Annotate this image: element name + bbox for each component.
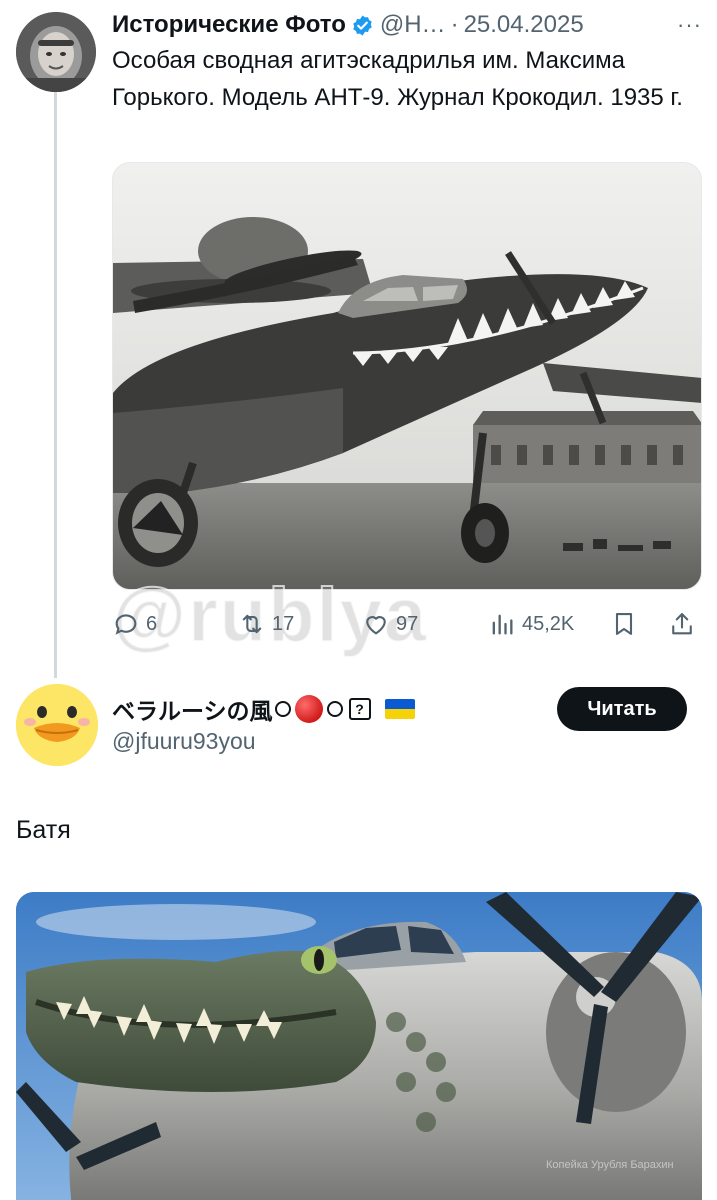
author-name[interactable]: Исторические Фото <box>112 11 346 39</box>
views-chart-icon <box>492 614 513 635</box>
heart-icon <box>366 616 386 635</box>
reply-author-handle[interactable]: @jfuuru93you <box>112 728 256 755</box>
more-options-icon[interactable]: ··· <box>677 12 702 38</box>
tweet-text: Особая сводная агитэскадрилья им. Максим… <box>112 47 683 111</box>
reply-author-name-row[interactable]: ベラルーシの風 ? <box>112 692 415 726</box>
like-button[interactable]: 97 <box>362 604 418 644</box>
reply-icon <box>115 614 137 635</box>
image-caption: Копейка Урубля Барахин <box>546 1159 674 1171</box>
separator-dot: · <box>450 11 459 38</box>
retweet-button[interactable]: 17 <box>238 604 294 644</box>
reply-text: Батя <box>16 816 71 844</box>
retweet-icon <box>242 614 262 634</box>
author-avatar[interactable] <box>16 12 96 92</box>
red-circle-icon <box>294 695 323 723</box>
reply-author-name: ベラルーシの風 <box>112 698 273 724</box>
share-icon <box>672 613 692 635</box>
verified-badge-icon <box>353 14 372 36</box>
unknown-glyph-icon: ? <box>348 698 371 720</box>
reply-button[interactable]: 6 <box>112 604 157 644</box>
plane-photo-icon <box>113 163 701 589</box>
avatar-portrait-icon <box>16 12 96 92</box>
views-button[interactable]: 45,2K <box>488 604 574 644</box>
views-count: 45,2K <box>522 612 575 635</box>
reply-avatar[interactable] <box>16 684 98 766</box>
tweet-header: Исторические Фото @Н… · 25.04.2025 ··· <box>112 10 702 40</box>
tweet-image[interactable] <box>112 162 702 590</box>
reply-image[interactable]: Копейка Урубля Барахин <box>16 892 702 1200</box>
circle-icon <box>326 701 343 717</box>
bookmark-button[interactable] <box>610 604 644 644</box>
thread-line <box>54 92 57 678</box>
tweet-actions: 6 17 97 45,2K <box>112 604 702 644</box>
reply-count: 6 <box>146 612 158 635</box>
circle-icon <box>274 701 291 717</box>
retweet-count: 17 <box>272 612 295 635</box>
follow-button[interactable]: Читать <box>557 687 687 731</box>
duck-avatar-icon <box>16 684 98 766</box>
ukraine-flag-icon <box>384 699 415 719</box>
crocodile-plane-image-icon: Копейка Урубля Барахин <box>16 892 702 1200</box>
share-button[interactable] <box>668 604 702 644</box>
tweet-date[interactable]: 25.04.2025 <box>464 11 584 39</box>
bookmark-icon <box>615 613 633 635</box>
author-handle[interactable]: @Н… <box>380 11 446 39</box>
like-count: 97 <box>396 612 419 635</box>
